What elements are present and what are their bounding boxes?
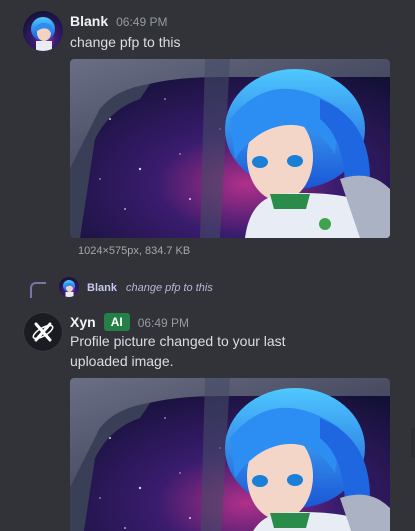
message-text: Profile picture changed to your last upl… <box>70 333 286 369</box>
attachment-info: 1024×575px, 834.7 KB <box>78 245 191 257</box>
reply-preview[interactable]: change pfp to this <box>126 282 213 294</box>
reply-avatar[interactable] <box>59 277 79 297</box>
message-author[interactable]: Blank <box>70 13 108 29</box>
user-avatar-blank[interactable] <box>23 11 63 51</box>
scrollbar[interactable] <box>411 428 415 458</box>
message-text: change pfp to this <box>70 34 181 50</box>
reply-author[interactable]: Blank <box>87 282 117 294</box>
image-attachment[interactable] <box>70 59 390 238</box>
anime-image <box>70 378 390 531</box>
message-timestamp: 06:49 PM <box>137 316 190 330</box>
message-timestamp: 06:49 PM <box>116 15 168 29</box>
bot-avatar-xyn[interactable] <box>23 312 63 352</box>
reply-spine <box>30 282 46 298</box>
x-logo-icon <box>32 322 54 342</box>
ai-badge: AI <box>103 313 130 331</box>
message-author[interactable]: Xyn <box>70 314 96 330</box>
anime-image <box>70 59 390 238</box>
image-attachment[interactable] <box>70 378 390 531</box>
chat-log: Blank 06:49 PM change pfp to this 1024×5… <box>0 0 415 531</box>
